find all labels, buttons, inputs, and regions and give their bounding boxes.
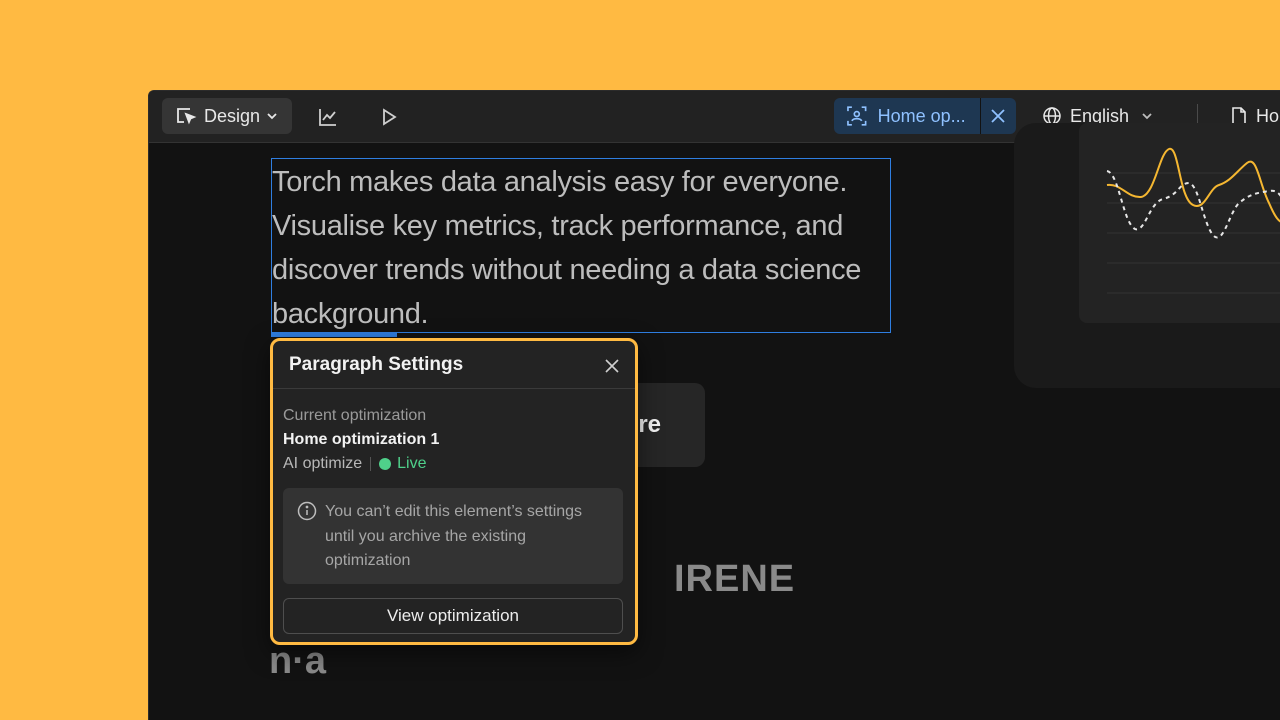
selection-label-tab	[271, 332, 397, 337]
design-mode-dropdown[interactable]: Design	[162, 98, 292, 134]
optimization-tab-label: Home op...	[877, 105, 966, 126]
close-popover-button[interactable]	[601, 355, 623, 377]
selection-outline	[271, 158, 891, 333]
optimization-meta: AI optimize Live	[283, 455, 427, 473]
optimization-tab[interactable]: Home op...	[834, 98, 1016, 134]
close-icon	[605, 359, 619, 373]
logo-na: n·a	[269, 640, 326, 682]
chart-card	[1014, 123, 1280, 388]
trend-chart	[1106, 148, 1280, 294]
logo-irene: IRENE	[674, 558, 796, 600]
paragraph-settings-popover: Paragraph Settings Current optimization …	[270, 338, 638, 645]
chart-gridlines	[1107, 172, 1280, 294]
optimization-target-icon	[847, 106, 867, 126]
chart-panel	[1079, 123, 1280, 323]
close-icon	[991, 109, 1005, 123]
line-chart-icon	[319, 109, 336, 126]
view-optimization-button[interactable]: View optimization	[283, 598, 623, 634]
design-mode-label: Design	[204, 105, 261, 126]
optimization-type: AI optimize	[283, 455, 363, 472]
optimization-name: Home optimization 1	[283, 431, 440, 448]
divider	[370, 457, 372, 471]
live-status-dot	[379, 458, 392, 470]
analytics-button[interactable]	[316, 105, 340, 129]
current-optimization-label: Current optimization	[283, 407, 427, 424]
chevron-down-icon	[1142, 113, 1152, 120]
play-icon	[383, 108, 397, 126]
info-text: You can’t edit this element’s settings u…	[325, 503, 583, 569]
info-notice: You can’t edit this element’s settings u…	[283, 488, 623, 584]
chevron-down-icon	[267, 113, 277, 120]
info-icon	[297, 501, 317, 521]
status-badge: Live	[397, 455, 427, 472]
popover-title: Paragraph Settings	[289, 354, 464, 375]
close-optimization-button[interactable]	[981, 98, 1016, 134]
popover-header: Paragraph Settings	[273, 341, 635, 389]
preview-button[interactable]	[377, 105, 401, 129]
cursor-select-icon	[177, 108, 197, 125]
